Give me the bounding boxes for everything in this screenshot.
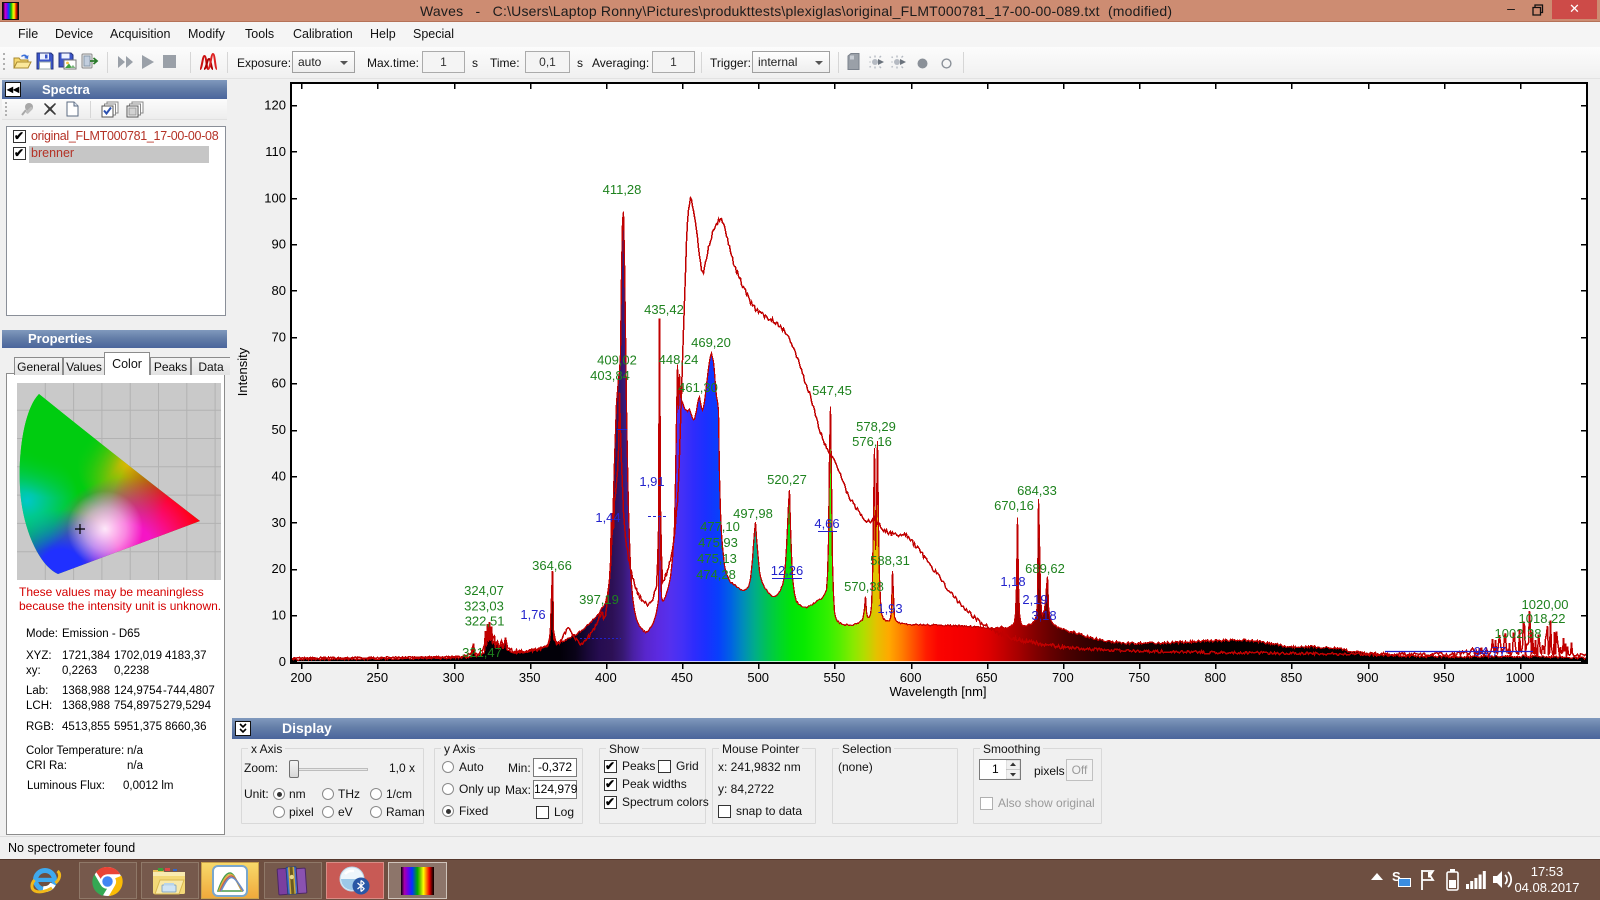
svg-text:461,30: 461,30 (678, 380, 718, 395)
svg-text:50: 50 (272, 422, 286, 437)
svg-text:1,18: 1,18 (1000, 574, 1025, 589)
svg-text:409,02: 409,02 (597, 353, 637, 368)
svg-text:100: 100 (264, 190, 286, 205)
svg-text:1002,38: 1002,38 (1495, 626, 1542, 641)
svg-text:70: 70 (272, 329, 286, 344)
svg-text:400: 400 (595, 670, 617, 685)
svg-text:600: 600 (900, 670, 922, 685)
svg-text:650: 650 (976, 670, 998, 685)
svg-text:475,93: 475,93 (698, 535, 738, 550)
svg-text:435,42: 435,42 (644, 302, 684, 317)
svg-text:110: 110 (265, 144, 286, 159)
svg-text:411,28: 411,28 (603, 182, 642, 197)
svg-text:900: 900 (1357, 670, 1379, 685)
svg-text:350: 350 (519, 670, 541, 685)
svg-text:300: 300 (443, 670, 465, 685)
svg-text:684,33: 684,33 (1017, 483, 1057, 498)
svg-text:700: 700 (1052, 670, 1074, 685)
svg-text:80: 80 (272, 283, 286, 298)
svg-text:364,66: 364,66 (532, 558, 572, 573)
svg-text:40: 40 (272, 468, 286, 483)
svg-text:1020,00: 1020,00 (1522, 597, 1569, 612)
svg-text:250: 250 (366, 670, 388, 685)
svg-text:1,91: 1,91 (639, 474, 664, 489)
svg-text:30: 30 (272, 515, 286, 530)
svg-text:10: 10 (272, 607, 286, 622)
svg-text:403,84: 403,84 (590, 368, 630, 383)
svg-text:322,51: 322,51 (465, 614, 505, 629)
svg-text:321,47: 321,47 (462, 645, 502, 660)
svg-text:60: 60 (272, 376, 286, 391)
svg-text:120: 120 (264, 98, 286, 113)
svg-text:1,76: 1,76 (520, 607, 545, 622)
svg-text:1018,22: 1018,22 (1519, 611, 1566, 626)
svg-text:1,93: 1,93 (877, 601, 902, 616)
svg-text:450: 450 (671, 670, 693, 685)
svg-text:570,38: 570,38 (844, 579, 884, 594)
svg-text:950: 950 (1433, 670, 1455, 685)
svg-text:3,18: 3,18 (1031, 608, 1056, 623)
svg-text:20: 20 (272, 561, 286, 576)
svg-text:547,45: 547,45 (812, 383, 852, 398)
svg-text:200: 200 (290, 670, 312, 685)
svg-text:578,29: 578,29 (856, 419, 896, 434)
svg-text:448,24: 448,24 (659, 352, 699, 367)
svg-text:550: 550 (824, 670, 846, 685)
svg-text:Wavelength [nm]: Wavelength [nm] (889, 684, 986, 699)
svg-text:90: 90 (272, 237, 286, 252)
svg-text:0: 0 (279, 654, 286, 669)
svg-text:750: 750 (1128, 670, 1150, 685)
svg-text:397,19: 397,19 (579, 592, 619, 607)
svg-text:474,28: 474,28 (696, 567, 736, 582)
svg-text:520,27: 520,27 (767, 472, 807, 487)
svg-text:324,07: 324,07 (464, 583, 504, 598)
svg-text:477,10: 477,10 (700, 519, 740, 534)
svg-text:Intensity: Intensity (235, 347, 250, 396)
svg-text:576,16: 576,16 (852, 434, 892, 449)
svg-text:1,44: 1,44 (595, 510, 620, 525)
svg-text:670,16: 670,16 (994, 498, 1034, 513)
svg-text:323,03: 323,03 (464, 599, 504, 614)
svg-text:500: 500 (747, 670, 769, 685)
svg-text:800: 800 (1204, 670, 1226, 685)
svg-text:4,66: 4,66 (814, 516, 839, 531)
svg-text:588,31: 588,31 (870, 553, 910, 568)
svg-text:2,19: 2,19 (1022, 592, 1047, 607)
svg-text:475,13: 475,13 (697, 551, 737, 566)
svg-text:689,62: 689,62 (1025, 561, 1065, 576)
svg-text:469,20: 469,20 (691, 335, 731, 350)
svg-text:94,77: 94,77 (1474, 644, 1507, 659)
svg-text:12,26: 12,26 (771, 563, 804, 578)
svg-text:850: 850 (1281, 670, 1303, 685)
svg-text:1000: 1000 (1506, 670, 1535, 685)
